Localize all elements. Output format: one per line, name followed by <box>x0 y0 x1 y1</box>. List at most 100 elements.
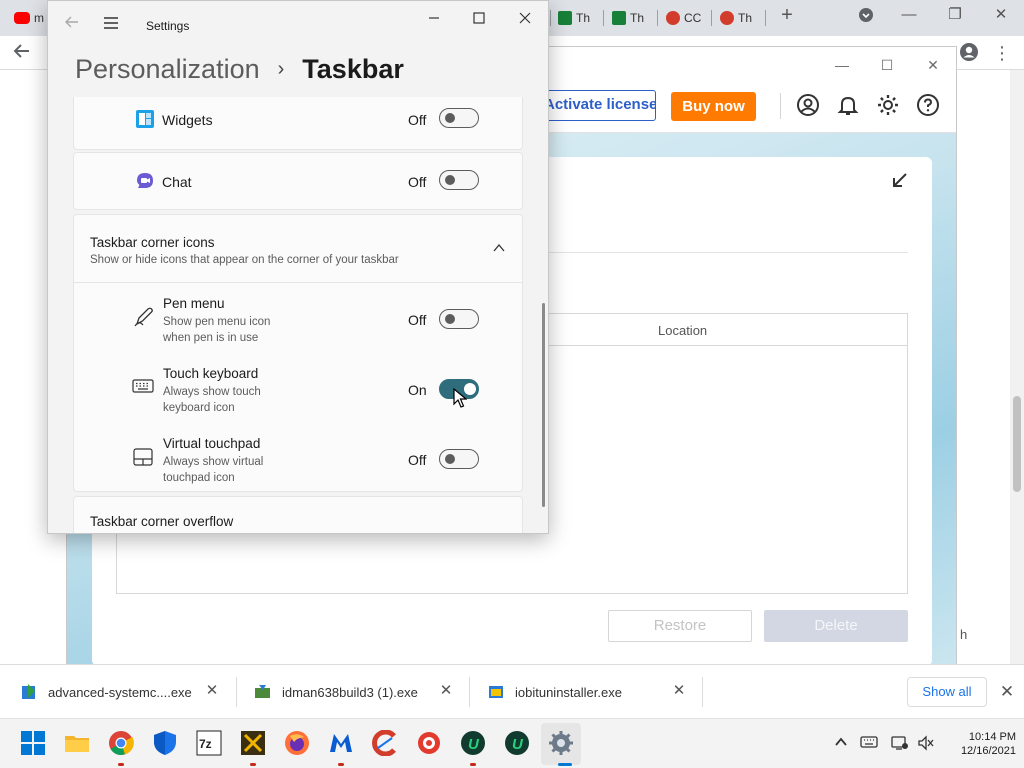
new-tab-button[interactable]: + <box>772 4 802 26</box>
download-item-close-icon[interactable]: ✕ <box>204 683 220 699</box>
browser-tab[interactable]: CC <box>666 6 701 30</box>
setting-label: Chat <box>162 174 192 190</box>
close-icon[interactable] <box>512 7 538 29</box>
chrome-icon[interactable] <box>108 730 134 756</box>
browser-restore-button[interactable]: ❐ <box>940 4 970 26</box>
app-x-icon[interactable] <box>240 730 266 756</box>
chevron-up-icon[interactable] <box>492 241 506 255</box>
browser-tab[interactable]: m <box>14 6 44 30</box>
iobit-uninstaller-icon[interactable]: U <box>504 730 530 756</box>
browser-minimize-button[interactable]: — <box>894 4 924 26</box>
maximize-icon[interactable] <box>466 7 492 29</box>
system-clock[interactable]: 10:14 PM 12/16/2021 <box>944 730 1016 758</box>
scrollbar-thumb[interactable] <box>1013 396 1021 492</box>
header-divider <box>780 93 781 119</box>
touchpad-icon <box>133 448 155 470</box>
downloads-bar: advanced-systemc....exe ✕ idman638build3… <box>0 664 1024 718</box>
download-separator <box>469 677 470 707</box>
settings-titlebar: Settings <box>48 1 548 45</box>
profile-avatar-icon[interactable] <box>958 42 980 64</box>
app-minimize-button[interactable]: — <box>830 53 854 77</box>
recovery-app-icon[interactable] <box>416 730 442 756</box>
help-icon[interactable] <box>916 93 940 117</box>
7zip-icon[interactable]: 7z <box>196 730 222 756</box>
ccleaner-icon[interactable] <box>372 729 398 757</box>
setting-label: Virtual touchpad <box>163 436 261 451</box>
download-item[interactable]: advanced-systemc....exe <box>20 665 192 719</box>
section-header[interactable]: Taskbar corner icons Show or hide icons … <box>74 215 522 283</box>
start-windows-icon[interactable] <box>20 730 46 756</box>
setting-description: Always show virtual <box>163 456 264 468</box>
browser-tab[interactable]: Th <box>720 6 752 30</box>
tab-separator <box>765 10 766 26</box>
collapse-arrow-icon[interactable] <box>890 171 910 191</box>
taskbar: 7z U U 10:14 PM 12/16/2021 <box>0 718 1024 768</box>
bell-icon[interactable] <box>836 93 860 117</box>
virtual-touchpad-toggle[interactable] <box>439 449 479 469</box>
display-tray-icon[interactable] <box>891 735 909 753</box>
tab-search-icon[interactable] <box>851 4 881 26</box>
setting-description: keyboard icon <box>163 402 235 414</box>
sheets-icon <box>612 11 626 25</box>
running-indicator <box>250 763 256 766</box>
speaker-muted-icon[interactable] <box>917 735 935 753</box>
minimize-icon[interactable] <box>421 7 447 29</box>
download-filename: idman638build3 (1).exe <box>282 684 418 700</box>
keyboard-tray-icon[interactable] <box>860 735 878 753</box>
pen-menu-toggle[interactable] <box>439 309 479 329</box>
breadcrumb-personalization[interactable]: Personalization <box>75 54 260 85</box>
taskbar-corner-overflow-section[interactable]: Taskbar corner overflow <box>73 496 523 533</box>
file-explorer-icon[interactable] <box>64 730 90 756</box>
setting-label: Pen menu <box>163 296 225 311</box>
hamburger-menu-icon[interactable] <box>102 15 122 33</box>
malwarebytes-icon[interactable] <box>328 730 354 756</box>
installer-icon <box>22 684 35 699</box>
close-downloads-icon[interactable]: ✕ <box>997 682 1017 702</box>
download-item[interactable]: iobituninstaller.exe <box>487 665 622 719</box>
download-item[interactable]: idman638build3 (1).exe <box>254 665 418 719</box>
svg-text:7z: 7z <box>199 737 212 751</box>
running-indicator <box>558 763 572 766</box>
back-arrow-icon[interactable] <box>62 14 82 34</box>
download-item-close-icon[interactable]: ✕ <box>438 683 454 699</box>
column-header-location[interactable]: Location <box>658 323 707 338</box>
account-icon[interactable] <box>796 93 820 117</box>
tab-separator <box>657 10 658 26</box>
setting-label: Touch keyboard <box>163 366 259 381</box>
download-filename: advanced-systemc....exe <box>48 684 192 700</box>
page-scrollbar[interactable] <box>1010 70 1024 664</box>
browser-menu-icon[interactable]: ⋮ <box>991 42 1013 64</box>
gear-icon[interactable] <box>876 93 900 117</box>
svg-text:U: U <box>468 736 480 753</box>
delete-button[interactable]: Delete <box>764 610 908 642</box>
installer-icon <box>255 685 270 698</box>
restore-button[interactable]: Restore <box>608 610 752 642</box>
chevron-up-icon[interactable] <box>832 735 850 753</box>
app-close-button[interactable]: ✕ <box>921 53 945 77</box>
browser-tab[interactable]: Th <box>558 6 590 30</box>
activate-license-button[interactable]: Activate license <box>537 90 656 121</box>
setting-description: when pen is in use <box>163 332 259 344</box>
settings-window: Settings Personalization › Taskbar Widge… <box>47 0 549 534</box>
browser-close-button[interactable]: ✕ <box>986 4 1016 26</box>
iobit-uninstaller-icon[interactable]: U <box>460 730 486 756</box>
breadcrumb-separator: › <box>277 57 285 80</box>
ccleaner-icon <box>666 11 680 25</box>
breadcrumb: Personalization › Taskbar <box>75 49 404 89</box>
download-item-close-icon[interactable]: ✕ <box>671 683 687 699</box>
browser-tab[interactable]: Th <box>612 6 644 30</box>
buy-now-button[interactable]: Buy now <box>671 92 756 121</box>
settings-scrollbar[interactable] <box>542 303 545 507</box>
settings-gear-icon[interactable] <box>548 730 574 756</box>
chat-toggle[interactable] <box>439 170 479 190</box>
settings-content: Widgets Off Chat Off Taskbar corner icon… <box>48 97 548 533</box>
widgets-toggle[interactable] <box>439 108 479 128</box>
tab-separator <box>550 10 551 26</box>
setting-description: Always show touch <box>163 386 261 398</box>
security-shield-icon[interactable] <box>152 730 178 756</box>
app-maximize-button[interactable]: ☐ <box>875 53 899 77</box>
back-arrow-icon[interactable] <box>11 42 33 64</box>
setting-description: touchpad icon <box>163 472 235 484</box>
firefox-icon[interactable] <box>284 730 310 756</box>
show-all-button[interactable]: Show all <box>907 677 987 707</box>
